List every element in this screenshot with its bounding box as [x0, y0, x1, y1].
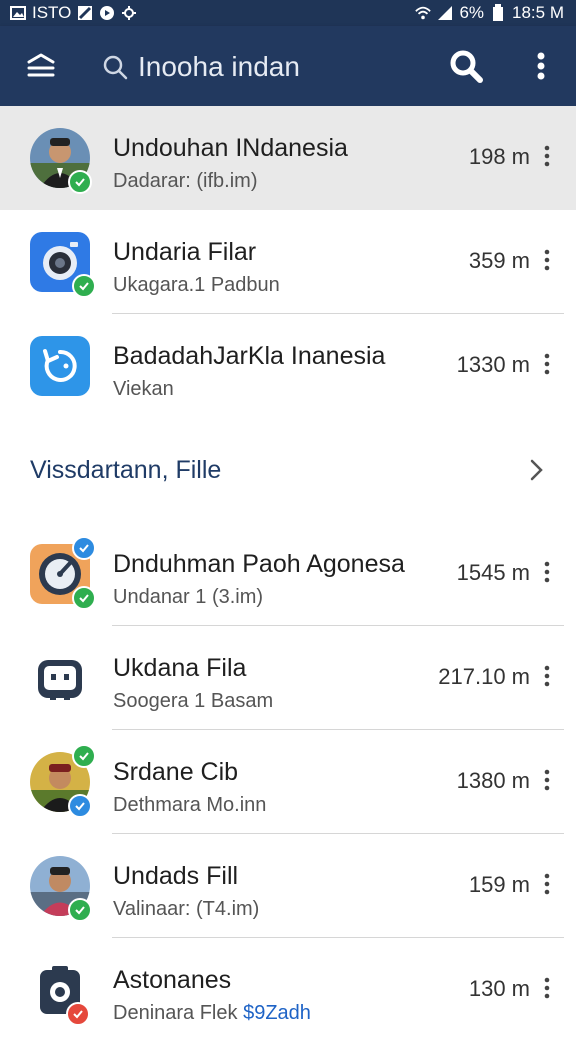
item-subtitle-text: Deninara Flek [113, 1002, 238, 1024]
item-subtitle: Soogera 1 Basam [113, 690, 274, 712]
refresh-app-icon [30, 336, 90, 396]
item-title: BadadahJarKla Inanesia [113, 342, 386, 370]
item-subtitle-accent: $9Zadh [243, 1002, 311, 1024]
item-subtitle: Valinaar: (T4.im) [113, 898, 260, 920]
item-size: 198 m [468, 144, 530, 169]
search-icon [450, 50, 483, 83]
menu-icon [27, 53, 55, 77]
item-subtitle: Deninara Flek $9Zadh [113, 1002, 311, 1025]
more-vert-icon [544, 145, 550, 167]
list-item[interactable]: Srdane Cib Dethmara Mo.inn 1380 m [0, 730, 576, 834]
more-vert-icon [544, 873, 550, 895]
photo-icon [77, 5, 93, 21]
item-size: 159 m [468, 872, 530, 897]
item-more-button[interactable] [542, 872, 552, 896]
item-more-button[interactable] [542, 560, 552, 584]
app-bar: Inooha indan [0, 26, 576, 106]
status-left-text: ISTO [32, 3, 72, 22]
item-title: Undads Fill [113, 862, 239, 890]
chevron-right-icon [526, 458, 546, 482]
search-button[interactable] [448, 48, 484, 84]
list-item[interactable]: Ukdana Fila Soogera 1 Basam 217.10 m [0, 626, 576, 730]
search-icon [103, 55, 128, 80]
item-size: 1545 m [456, 560, 530, 585]
item-more-button[interactable] [542, 144, 552, 168]
overflow-menu-button[interactable] [530, 48, 552, 84]
item-title: Undaria Filar [113, 238, 257, 266]
file-list: Undouhan INdanesia Dadarar: (ifb.im) 198… [0, 106, 576, 1042]
more-vert-icon [544, 249, 550, 271]
battery-icon [490, 4, 506, 21]
item-more-button[interactable] [542, 976, 552, 1000]
item-more-button[interactable] [542, 664, 552, 688]
list-item[interactable]: Undads Fill Valinaar: (T4.im) 159 m [0, 834, 576, 938]
section-title: Vissdartann, Fille [30, 456, 222, 484]
check-badge-icon [72, 536, 96, 560]
item-more-button[interactable] [542, 248, 552, 272]
item-title: Ukdana Fila [113, 654, 247, 682]
check-badge-icon [68, 794, 92, 818]
item-size: 1330 m [456, 352, 530, 377]
item-subtitle: Ukagara.1 Padbun [113, 274, 280, 296]
list-item[interactable]: Dnduhman Paoh Agonesa Undanar 1 (3.im) 1… [0, 522, 576, 626]
check-badge-icon [72, 744, 96, 768]
item-title: Astonanes [113, 966, 232, 994]
item-more-button[interactable] [542, 352, 552, 376]
battery-percent: 6% [459, 3, 485, 22]
robot-app-icon [30, 648, 90, 708]
search-input[interactable]: Inooha indan [138, 51, 300, 83]
item-subtitle: Viekan [113, 378, 174, 400]
item-more-button[interactable] [542, 768, 552, 792]
more-vert-icon [544, 665, 550, 687]
check-badge-icon [66, 1002, 90, 1026]
list-item[interactable]: Undouhan INdanesia Dadarar: (ifb.im) 198… [0, 106, 576, 210]
section-header[interactable]: Vissdartann, Fille [0, 418, 576, 522]
more-vert-icon [544, 769, 550, 791]
item-title: Srdane Cib [113, 758, 239, 786]
more-vert-icon [544, 353, 550, 375]
item-size: 1380 m [456, 768, 530, 793]
check-badge-icon [68, 898, 92, 922]
item-size: 359 m [468, 248, 530, 273]
more-vert-icon [544, 561, 550, 583]
chat-icon [99, 5, 115, 21]
item-subtitle: Undanar 1 (3.im) [113, 586, 264, 608]
check-badge-icon [72, 274, 96, 298]
wifi-icon [415, 5, 432, 21]
item-size: 130 m [468, 976, 530, 1001]
list-item[interactable]: BadadahJarKla Inanesia Viekan 1330 m [0, 314, 576, 418]
signal-icon [437, 5, 453, 21]
check-badge-icon [72, 586, 96, 610]
list-item[interactable]: Undaria Filar Ukagara.1 Padbun 359 m [0, 210, 576, 314]
more-vert-icon [537, 52, 545, 80]
status-bar: ISTO 6% 18:5 M [0, 0, 576, 26]
search-bar[interactable]: Inooha indan [102, 50, 300, 84]
item-title: Undouhan INdanesia [113, 134, 348, 162]
more-vert-icon [544, 977, 550, 999]
check-badge-icon [68, 170, 92, 194]
gallery-icon [10, 5, 26, 21]
clock: 18:5 M [512, 3, 564, 22]
settings-icon [121, 5, 137, 21]
item-title: Dnduhman Paoh Agonesa [113, 550, 405, 578]
item-size: 217.10 m [438, 664, 530, 689]
menu-button[interactable] [26, 51, 56, 81]
item-subtitle: Dadarar: (ifb.im) [113, 170, 258, 192]
item-subtitle: Dethmara Mo.inn [113, 794, 267, 816]
list-item[interactable]: Astonanes Deninara Flek $9Zadh 130 m [0, 938, 576, 1042]
